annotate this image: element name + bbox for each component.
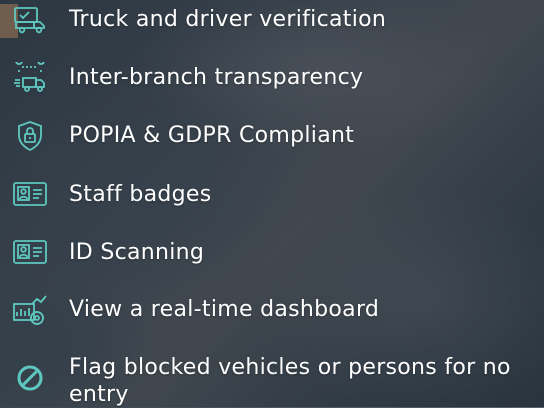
feature-label: Flag blocked vehicles or persons for no … — [69, 355, 511, 407]
feature-label: View a real-time dashboard — [69, 297, 380, 322]
feature-label: Truck and driver verification — [69, 7, 387, 32]
id-card-icon — [12, 237, 48, 269]
id-badge-icon — [12, 179, 48, 211]
feature-label: Inter-branch transparency — [69, 65, 364, 90]
blocked-icon — [12, 362, 48, 394]
route-truck-icon — [12, 62, 48, 94]
feature-label: POPIA & GDPR Compliant — [69, 123, 355, 148]
truck-verify-icon — [12, 4, 48, 36]
shield-lock-icon — [12, 120, 48, 152]
feature-label: Staff badges — [69, 182, 212, 207]
feature-label: ID Scanning — [69, 240, 205, 265]
dashboard-chart-icon — [12, 294, 48, 326]
